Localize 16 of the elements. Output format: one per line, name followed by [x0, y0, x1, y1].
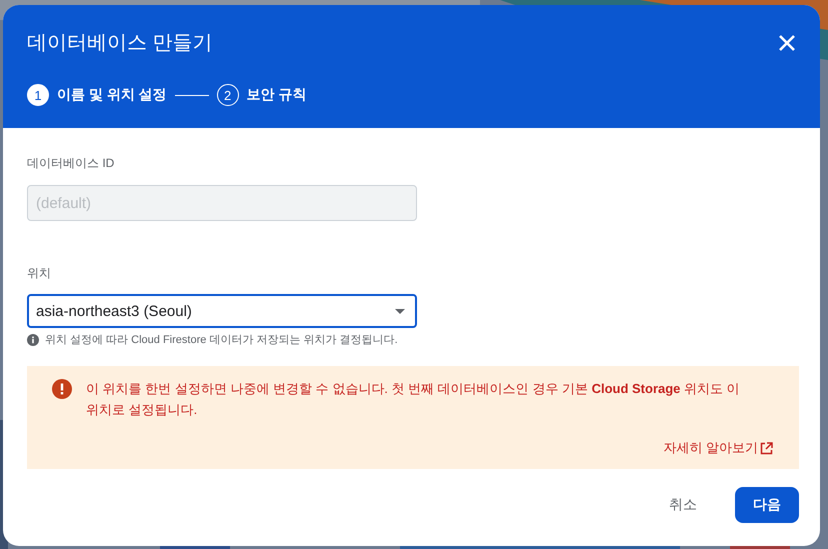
stepper-step[interactable]: 2 보안 규칙: [216, 84, 307, 106]
close-icon[interactable]: [778, 34, 796, 52]
external-link-icon: [760, 442, 773, 454]
info-icon: [27, 334, 39, 346]
warning-text: 이 위치를 한번 설정하면 나중에 변경할 수 없습니다. 첫 번째 데이터베이스인 경우 기본 Cloud Storage 위치도 이 위치로 설정됩니다.: [86, 380, 741, 419]
field-label: 데이터베이스 ID: [27, 155, 116, 172]
next-button[interactable]: 다음: [735, 487, 799, 523]
dropdown-caret-icon: [395, 308, 405, 314]
cancel-button[interactable]: 취소: [657, 487, 709, 523]
field-label: 위치: [27, 265, 52, 282]
stepper-step[interactable]: 1 이름 및 위치 설정: [27, 84, 167, 106]
location-dropdown[interactable]: asia-northeast3 (Seoul): [27, 294, 417, 328]
alert-icon: [52, 379, 72, 399]
helper-text: 위치 설정에 따라 Cloud Firestore 데이터가 저장되는 위치가 결정됩니다.: [45, 333, 398, 347]
dialog-title: 데이터베이스 만들기: [27, 31, 213, 56]
learn-more-link[interactable]: 자세히 알아보기: [663, 439, 773, 457]
